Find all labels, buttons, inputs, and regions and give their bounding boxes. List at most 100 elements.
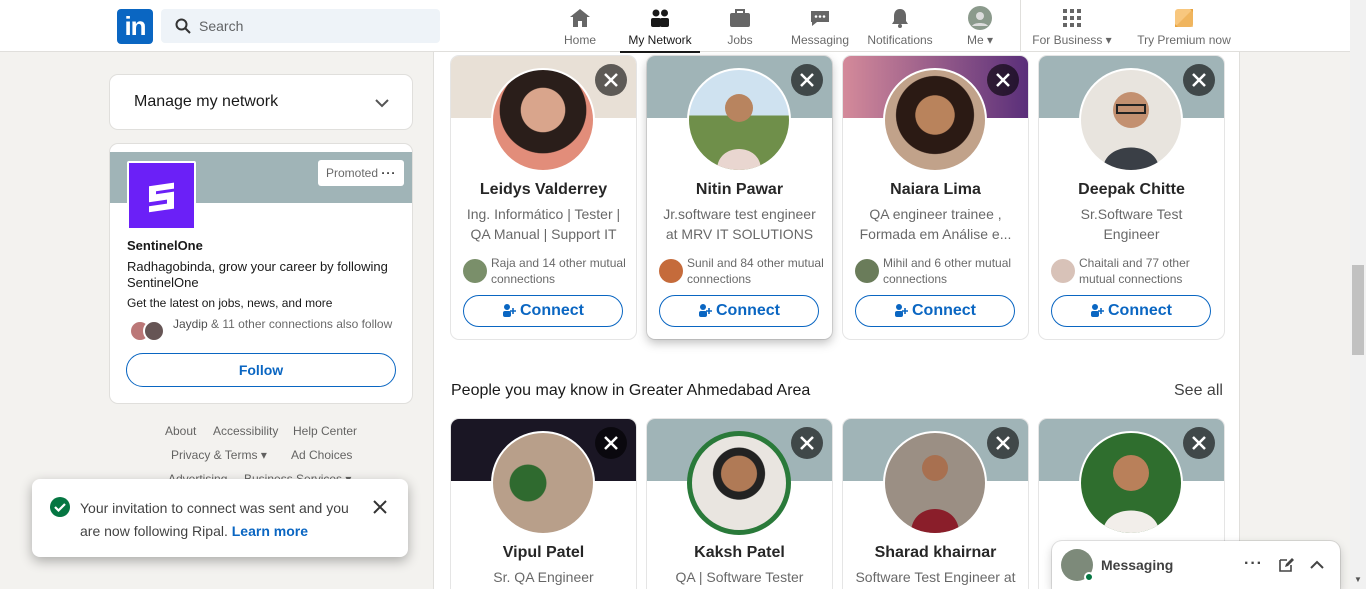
nav-me-label-wrap: Me ▾ [962,33,998,47]
profile-photo[interactable] [687,431,791,535]
sentinelone-logo-mark [149,182,174,213]
nav-messaging[interactable]: Messaging [790,0,850,52]
person-name[interactable]: Deepak Chitte [1039,181,1224,199]
scroll-down-arrow-icon[interactable]: ▼ [1354,575,1362,584]
connect-button[interactable]: Connect [1051,295,1211,327]
dismiss-button[interactable] [1183,64,1215,96]
top-nav: in Home My Network Jobs Messaging Notifi… [0,0,1350,53]
connect-label: Connect [912,302,976,319]
profile-photo[interactable] [883,431,987,535]
success-check-icon [50,497,70,517]
person-name[interactable]: Naiara Lima [843,181,1028,199]
dismiss-button[interactable] [1183,427,1215,459]
person-card[interactable]: Deepak Chitte Sr.Software Test Engineer … [1039,56,1224,339]
promo-pitch: Radhagobinda, grow your career by follow… [127,259,388,290]
linkedin-logo[interactable]: in [117,9,153,44]
chevron-up-icon[interactable] [1309,557,1325,573]
close-icon [604,73,618,87]
mutual-connections: Sunil and 84 other mutual connections [687,256,824,286]
person-name[interactable]: Leidys Valderrey [451,181,636,199]
promo-company-name: SentinelOne [127,238,203,253]
nav-my-network[interactable]: My Network [620,0,700,53]
person-card[interactable]: Kaksh Patel QA | Software Tester [647,419,832,589]
briefcase-icon [730,9,750,27]
section-title: People you may know in Greater Ahmedabad… [451,382,811,399]
profile-photo[interactable] [1079,68,1183,172]
nav-jobs[interactable]: Jobs [720,0,760,52]
dismiss-button[interactable] [791,64,823,96]
search-input[interactable] [199,9,429,43]
more-options-icon[interactable]: ··· [1244,555,1263,573]
messaging-label: Messaging [1101,557,1174,573]
connect-button[interactable]: Connect [855,295,1015,327]
person-name[interactable]: Kaksh Patel [647,544,832,562]
footer-privacy-wrap[interactable]: Privacy & Terms ▾ [171,448,267,462]
nav-try-premium[interactable]: Try Premium now [1136,0,1232,52]
sentinelone-logo[interactable] [127,161,196,230]
connect-label: Connect [716,302,780,319]
profile-photo[interactable] [1079,431,1183,535]
person-silhouette [717,94,761,170]
nav-home[interactable]: Home [560,0,600,52]
person-name[interactable]: Sharad khairnar [843,544,1028,562]
see-all-link[interactable]: See all [1174,382,1223,400]
dismiss-button[interactable] [987,427,1019,459]
nav-premium-label: Try Premium now [1137,33,1231,47]
footer-about[interactable]: About [165,424,196,438]
scrollbar-thumb[interactable] [1352,265,1364,355]
caret-down-icon: ▾ [260,448,267,462]
dismiss-button[interactable] [987,64,1019,96]
person-headline: QA | Software Tester [675,569,804,585]
more-options-icon[interactable]: ··· [381,166,396,180]
chevron-down-icon[interactable] [374,95,390,111]
person-silhouette [1103,455,1159,533]
nav-for-business[interactable]: For Business ▾ [1030,0,1114,52]
person-card[interactable]: Nitin Pawar Jr.software test engineer at… [647,56,832,339]
close-icon [800,436,814,450]
nav-divider [1020,0,1021,52]
person-card[interactable]: Leidys Valderrey Ing. Informático | Test… [451,56,636,339]
person-name[interactable]: Vipul Patel [451,544,636,562]
connect-label: Connect [1108,302,1172,319]
profile-photo[interactable] [883,68,987,172]
caret-down-icon: ▾ [1105,33,1112,47]
messaging-overlay[interactable]: Messaging ··· [1052,541,1340,589]
nav-notifications[interactable]: Notifications [865,0,935,52]
learn-more-link[interactable]: Learn more [232,523,308,539]
connect-button[interactable]: Connect [659,295,819,327]
footer-ad-choices[interactable]: Ad Choices [291,448,352,462]
search-icon [175,18,191,34]
follow-button[interactable]: Follow [126,353,396,387]
promo-subtext: Get the latest on jobs, news, and more [127,296,333,310]
network-icon [651,9,669,27]
footer-accessibility[interactable]: Accessibility [213,424,278,438]
connect-button[interactable]: Connect [463,295,623,327]
connection-avatar [143,320,165,342]
footer-help-center[interactable]: Help Center [293,424,357,438]
nav-me[interactable]: Me ▾ [962,0,998,52]
dismiss-button[interactable] [791,427,823,459]
person-card[interactable]: Sharad khairnar Software Test Engineer a… [843,419,1028,589]
online-status-dot [1084,572,1094,582]
dismiss-button[interactable] [595,64,627,96]
dismiss-button[interactable] [595,427,627,459]
profile-photo[interactable] [491,68,595,172]
bell-icon [892,9,908,28]
close-icon[interactable] [370,497,390,517]
person-card[interactable]: Vipul Patel Sr. QA Engineer [451,419,636,589]
close-icon [800,73,814,87]
profile-photo[interactable] [687,68,791,172]
toast-message-wrap: Your invitation to connect was sent and … [80,497,370,543]
home-icon [570,9,590,27]
person-name[interactable]: Nitin Pawar [647,181,832,199]
profile-photo[interactable] [491,431,595,535]
invitation-toast: Your invitation to connect was sent and … [32,479,408,557]
person-card[interactable]: Naiara Lima QA engineer trainee , Formad… [843,56,1028,339]
scrollbar[interactable]: ▼ [1350,0,1366,589]
compose-icon[interactable] [1278,557,1294,573]
nav-me-label: Me [966,33,984,47]
manage-network-card[interactable]: Manage my network [110,75,412,129]
nav-jobs-label: Jobs [727,33,753,47]
search-box[interactable] [161,9,440,43]
nav-business-label-wrap: For Business ▾ [1030,33,1114,47]
